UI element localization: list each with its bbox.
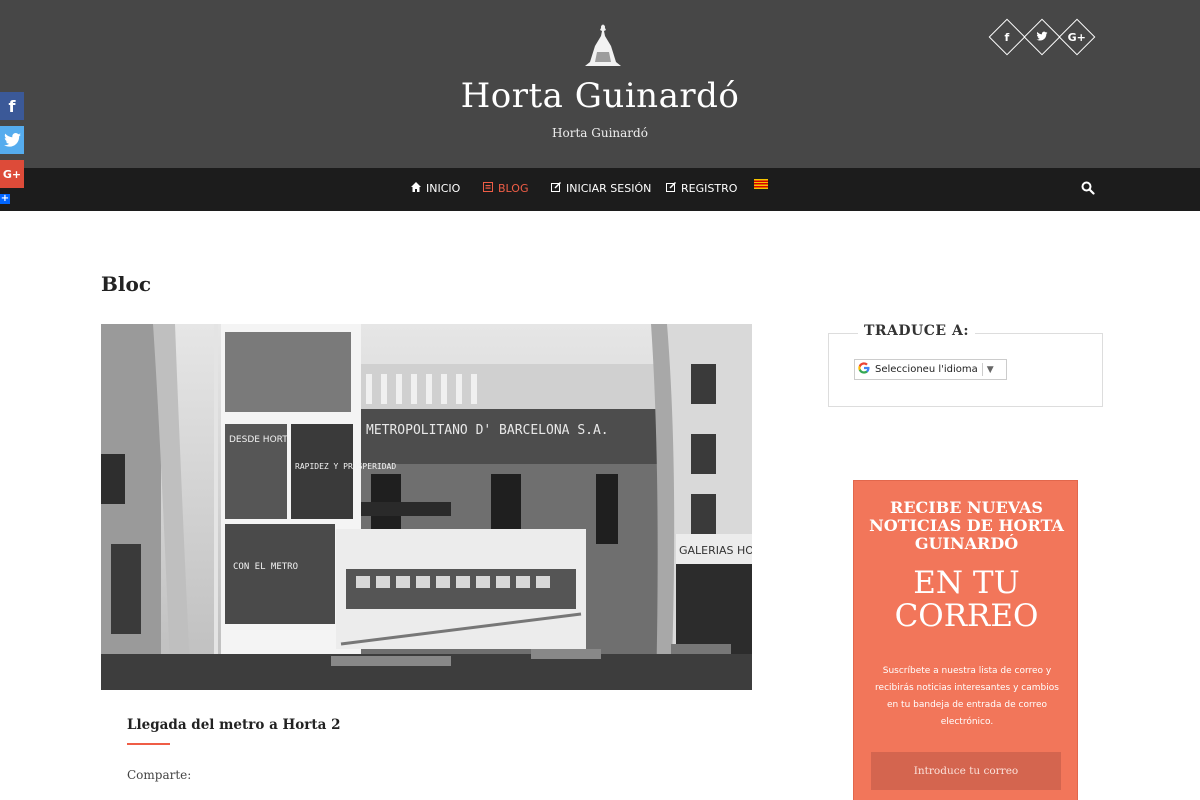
share-more-button[interactable]: + (0, 194, 10, 204)
language-select[interactable]: Seleccioneu l'idioma ▼ (854, 359, 1007, 380)
chevron-down-icon: ▼ (986, 364, 994, 375)
featured-image[interactable]: METROPOLITANO D' BARCELONA S.A. GALERIAS… (101, 324, 752, 690)
nav-item-inicio[interactable]: INICIO (411, 182, 460, 195)
twitter-link[interactable] (1023, 18, 1061, 56)
photo-poster-2: RAPIDEZ Y PROSPERIDAD (295, 462, 396, 471)
nav-item-label: BLOG (498, 182, 529, 195)
page-title: Bloc (101, 272, 152, 296)
nav-item-iniciar-sesion[interactable]: INICIAR SESIÓN (551, 181, 652, 195)
nav-item-label: REGISTRO (681, 182, 738, 195)
blog-icon (483, 182, 493, 195)
facebook-icon: f (1004, 30, 1010, 44)
home-icon (411, 182, 421, 195)
newsletter-description: Suscríbete a nuestra lista de correo y r… (875, 666, 1059, 727)
metro-photo: METROPOLITANO D' BARCELONA S.A. GALERIAS… (101, 324, 752, 690)
nav-item-label: INICIO (426, 182, 461, 195)
share-facebook-button[interactable]: f (0, 92, 24, 120)
twitter-icon (1036, 30, 1048, 44)
facebook-link[interactable]: f (988, 18, 1026, 56)
photo-poster-3: CON EL METRO (233, 562, 298, 572)
google-plus-link[interactable]: G+ (1058, 18, 1096, 56)
site-title[interactable]: Horta Guinardó (0, 76, 1200, 116)
post-title[interactable]: Llegada del metro a Horta 2 (127, 717, 340, 733)
photo-building-sign: METROPOLITANO D' BARCELONA S.A. (366, 423, 609, 438)
google-plus-icon: G+ (1067, 30, 1087, 44)
photo-poster-1: DESDE HORTA (229, 435, 294, 445)
site-tagline: Horta Guinardó (552, 126, 648, 140)
select-separator (981, 363, 983, 376)
newsletter-widget: RECIBE NUEVAS NOTICIAS DE HORTA GUINARDÓ… (853, 480, 1078, 800)
title-underline (127, 743, 170, 745)
share-twitter-button[interactable] (0, 126, 24, 154)
language-select-label: Seleccioneu l'idioma (875, 364, 978, 375)
edit-icon (666, 181, 677, 195)
facebook-icon: f (8, 96, 16, 116)
header-social-links: f G+ (988, 18, 1099, 56)
newsletter-email-input[interactable]: Introduce tu correo (871, 752, 1061, 790)
google-icon (858, 362, 870, 377)
share-google-plus-button[interactable]: G+ (0, 160, 24, 188)
google-plus-icon: G+ (2, 167, 22, 181)
nav-item-blog[interactable]: BLOG (483, 182, 528, 195)
nav-item-label: INICIAR SESIÓN (566, 182, 652, 195)
floating-share-bar: f G+ + (0, 92, 24, 204)
translate-widget-title: TRADUCE A: (858, 323, 975, 339)
twitter-icon (3, 133, 21, 147)
site-header: Horta Guinardó Horta Guinardó f G+ (0, 0, 1200, 168)
newsletter-title: RECIBE NUEVAS NOTICIAS DE HORTA GUINARDÓ (869, 498, 1064, 553)
edit-icon (551, 181, 562, 195)
nav-item-registro[interactable]: REGISTRO (666, 181, 738, 195)
site-logo[interactable] (583, 22, 623, 68)
catalan-flag-icon[interactable] (754, 179, 768, 189)
newsletter-headline: EN TU CORREO (894, 565, 1039, 634)
share-label: Comparte: (127, 768, 192, 782)
photo-shop-sign: GALERIAS HO (679, 544, 752, 557)
search-icon[interactable] (1081, 181, 1095, 195)
